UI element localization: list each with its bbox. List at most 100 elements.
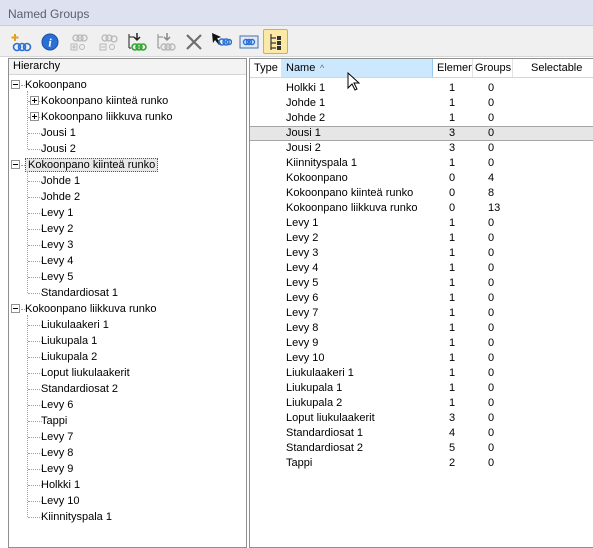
table-row[interactable]: Levy 4 1 0: [250, 261, 593, 276]
table-row[interactable]: Liukupala 1 1 0: [250, 381, 593, 396]
tree-node-group[interactable]: Kokoonpano kiinteä runko: [25, 157, 159, 173]
table-row[interactable]: Loput liukulaakerit 3 0: [250, 411, 593, 426]
cell-elements: 1: [449, 382, 456, 394]
tree-node-item[interactable]: Levy 9: [41, 461, 73, 477]
cell-name: Johde 2: [286, 112, 326, 124]
tree-node-label: Kokoonpano kiinteä runko: [41, 95, 169, 107]
mouse-cursor-icon: [347, 72, 361, 91]
tree-node-item[interactable]: Levy 4: [41, 253, 73, 269]
ungroup-icon: [70, 33, 88, 50]
expand-toggle-icon[interactable]: [30, 112, 39, 121]
cell-elements: 3: [449, 412, 456, 424]
move-into-group-button[interactable]: [124, 29, 149, 54]
named-groups-window: Named Groups i Hierarchy Kokoonpano Koko…: [0, 0, 593, 548]
cell-elements: 1: [449, 157, 456, 169]
cell-name: Levy 5: [286, 277, 319, 289]
table-row[interactable]: Liukulaakeri 1 1 0: [250, 366, 593, 381]
tree-node-item[interactable]: Johde 1: [41, 173, 80, 189]
table-row[interactable]: Kokoonpano kiinteä runko 0 8: [250, 186, 593, 201]
collapse-toggle-icon[interactable]: [11, 160, 20, 169]
hierarchy-view-toggle[interactable]: [263, 29, 288, 54]
tree-node-group[interactable]: Kokoonpano: [25, 77, 87, 93]
tree-node-item[interactable]: Levy 3: [41, 237, 73, 253]
table-row[interactable]: Johde 1 1 0: [250, 96, 593, 111]
cell-groups: 0: [488, 382, 495, 394]
tree-node-item[interactable]: Liukupala 2: [41, 349, 97, 365]
table-row[interactable]: Standardiosat 1 4 0: [250, 426, 593, 441]
expand-toggle-icon[interactable]: [30, 96, 39, 105]
cell-elements: 1: [449, 337, 456, 349]
tree-node-label: Johde 1: [41, 175, 81, 187]
cell-elements: 1: [449, 322, 456, 334]
cell-name: Levy 10: [286, 352, 325, 364]
tree-node-item[interactable]: Liukulaakeri 1: [41, 317, 109, 333]
table-row[interactable]: Levy 6 1 0: [250, 291, 593, 306]
tree-node-group[interactable]: Kokoonpano liikkuva runko: [41, 109, 172, 125]
show-group-button[interactable]: [236, 29, 261, 54]
tree-node-item[interactable]: Holkki 1: [41, 477, 80, 493]
move-group-button[interactable]: [153, 29, 178, 54]
tree-node-label: Kokoonpano liikkuva runko: [41, 111, 173, 123]
table-row[interactable]: Kokoonpano 0 4: [250, 171, 593, 186]
tree-node-label: Kiinnityspala 1: [41, 511, 112, 523]
table-row[interactable]: Levy 2 1 0: [250, 231, 593, 246]
ungroup-button[interactable]: [66, 29, 91, 54]
tree-node-item[interactable]: Kiinnityspala 1: [41, 509, 112, 525]
table-row[interactable]: Levy 5 1 0: [250, 276, 593, 291]
table-row[interactable]: Levy 9 1 0: [250, 336, 593, 351]
table-row[interactable]: Liukupala 2 1 0: [250, 396, 593, 411]
tree-node-label: Standardiosat 1: [41, 287, 119, 299]
cell-groups: 0: [488, 112, 495, 124]
tree-node-item[interactable]: Liukupala 1: [41, 333, 97, 349]
properties-button[interactable]: i: [37, 29, 62, 54]
add-group-icon: [11, 33, 31, 51]
table-row[interactable]: Jousi 1 3 0: [250, 126, 593, 141]
table-row[interactable]: Kokoonpano liikkuva runko 0 13: [250, 201, 593, 216]
tree-node-item[interactable]: Levy 7: [41, 429, 73, 445]
tree-node-item[interactable]: Tappi: [41, 413, 67, 429]
column-header-type[interactable]: Type: [250, 59, 282, 77]
cell-groups: 0: [488, 427, 495, 439]
table-row[interactable]: Levy 10 1 0: [250, 351, 593, 366]
tree-node-item[interactable]: Standardiosat 2: [41, 381, 118, 397]
tree-connector: [28, 325, 42, 326]
table-row[interactable]: Levy 7 1 0: [250, 306, 593, 321]
column-header-selectable[interactable]: Selectable: [513, 59, 593, 77]
tree-node-item[interactable]: Levy 6: [41, 397, 73, 413]
table-row[interactable]: Levy 3 1 0: [250, 246, 593, 261]
tree-node-group[interactable]: Kokoonpano liikkuva runko: [25, 301, 156, 317]
column-header-groups[interactable]: Groups: [473, 59, 513, 77]
tree-node-item[interactable]: Levy 5: [41, 269, 73, 285]
tree-node-item[interactable]: Jousi 2: [41, 141, 76, 157]
tree-node-item[interactable]: Levy 8: [41, 445, 73, 461]
collapse-toggle-icon[interactable]: [11, 304, 20, 313]
table-row[interactable]: Jousi 2 3 0: [250, 141, 593, 156]
cell-name: Johde 1: [286, 97, 326, 109]
tree-node-item[interactable]: Loput liukulaakerit: [41, 365, 130, 381]
tree-node-item[interactable]: Johde 2: [41, 189, 80, 205]
tree-node-item[interactable]: Levy 10: [41, 493, 80, 509]
table-row[interactable]: Kiinnityspala 1 1 0: [250, 156, 593, 171]
table-row[interactable]: Levy 1 1 0: [250, 216, 593, 231]
cell-name: Levy 8: [286, 322, 319, 334]
cell-elements: 5: [449, 442, 456, 454]
table-row[interactable]: Standardiosat 2 5 0: [250, 441, 593, 456]
tree-node-group[interactable]: Kokoonpano kiinteä runko: [41, 93, 168, 109]
collapse-toggle-icon[interactable]: [11, 80, 20, 89]
split-group-button[interactable]: [95, 29, 120, 54]
tree-node-item[interactable]: Levy 1: [41, 205, 73, 221]
table-row[interactable]: Johde 2 1 0: [250, 111, 593, 126]
column-header-elements[interactable]: Elements: [433, 59, 473, 77]
add-group-button[interactable]: [8, 29, 33, 54]
tree-node-label: Kokoonpano: [25, 79, 87, 91]
tree-node-item[interactable]: Jousi 1: [41, 125, 76, 141]
tree-node-item[interactable]: Levy 2: [41, 221, 73, 237]
table-row[interactable]: Holkki 1 1 0: [250, 81, 593, 96]
tree-connector: [28, 293, 42, 294]
delete-button[interactable]: [181, 29, 206, 54]
tree-connector: [28, 437, 42, 438]
select-button[interactable]: [208, 29, 233, 54]
table-row[interactable]: Tappi 2 0: [250, 456, 593, 471]
tree-node-item[interactable]: Standardiosat 1: [41, 285, 118, 301]
table-row[interactable]: Levy 8 1 0: [250, 321, 593, 336]
